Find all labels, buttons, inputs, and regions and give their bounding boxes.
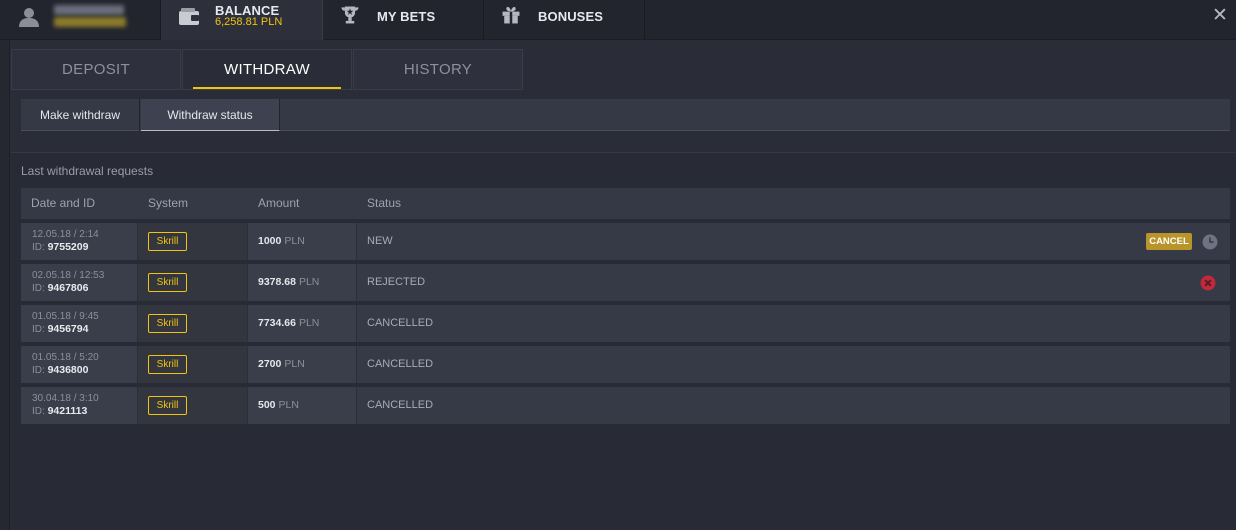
- row-status: CANCELLED: [367, 399, 434, 411]
- skrill-badge: Skrill: [148, 355, 187, 374]
- balance-tab[interactable]: BALANCE 6,258.81 PLN: [161, 0, 323, 40]
- table-row: 01.05.18 / 9:45 ID: 9456794 Skrill 7734.…: [21, 305, 1230, 342]
- row-amount: 1000 PLN: [258, 235, 305, 247]
- row-id: ID: 9456794: [32, 323, 89, 335]
- status-cell: REJECTED: [357, 264, 1230, 301]
- system-cell: Skrill: [138, 264, 248, 301]
- tab-deposit[interactable]: DEPOSIT: [11, 49, 181, 90]
- date-id-cell: 01.05.18 / 9:45 ID: 9456794: [21, 305, 138, 342]
- status-cell: CANCELLED: [357, 387, 1230, 424]
- system-cell: Skrill: [138, 346, 248, 383]
- status-cell: CANCELLED: [357, 305, 1230, 342]
- row-amount: 500 PLN: [258, 399, 299, 411]
- close-icon[interactable]: ✕: [1210, 6, 1230, 26]
- col-status: Status: [367, 196, 402, 210]
- amount-cell: 2700 PLN: [248, 346, 357, 383]
- blurred-user-balance: [54, 17, 126, 27]
- date-id-cell: 12.05.18 / 2:14 ID: 9755209: [21, 223, 138, 260]
- skrill-badge: Skrill: [148, 314, 187, 333]
- row-amount: 9378.68 PLN: [258, 276, 320, 288]
- date-id-cell: 01.05.18 / 5:20 ID: 9436800: [21, 346, 138, 383]
- balance-amount: 6,258.81 PLN: [215, 16, 283, 28]
- bonuses-tab[interactable]: BONUSES: [484, 0, 645, 40]
- col-amount: Amount: [258, 196, 300, 210]
- row-status: NEW: [367, 235, 393, 247]
- status-cell: CANCELLED: [357, 346, 1230, 383]
- trophy-icon: [341, 6, 359, 24]
- date-id-cell: 30.04.18 / 3:10 ID: 9421113: [21, 387, 138, 424]
- tab-history[interactable]: HISTORY: [353, 49, 523, 90]
- row-date: 01.05.18 / 9:45: [32, 311, 99, 322]
- row-id: ID: 9421113: [32, 405, 88, 417]
- bonuses-label: BONUSES: [538, 9, 603, 24]
- system-cell: Skrill: [138, 387, 248, 424]
- amount-cell: 7734.66 PLN: [248, 305, 357, 342]
- clock-icon: [1202, 234, 1218, 250]
- withdraw-status-button[interactable]: Withdraw status: [141, 99, 280, 131]
- withdraw-tabs: DEPOSIT WITHDRAW HISTORY: [11, 49, 524, 90]
- row-status: CANCELLED: [367, 317, 434, 329]
- tab-withdraw[interactable]: WITHDRAW: [182, 49, 352, 90]
- amount-cell: 1000 PLN: [248, 223, 357, 260]
- row-amount: 7734.66 PLN: [258, 317, 320, 329]
- wallet-icon: [179, 8, 199, 25]
- row-status: CANCELLED: [367, 358, 434, 370]
- col-date-id: Date and ID: [31, 196, 96, 210]
- skrill-badge: Skrill: [148, 396, 187, 415]
- my-bets-tab[interactable]: MY BETS: [323, 0, 484, 40]
- make-withdraw-button[interactable]: Make withdraw: [21, 99, 140, 131]
- amount-cell: 9378.68 PLN: [248, 264, 357, 301]
- row-id: ID: 9467806: [32, 282, 89, 294]
- row-amount: 2700 PLN: [258, 358, 305, 370]
- table-header: Date and ID System Amount Status: [21, 188, 1230, 219]
- my-bets-label: MY BETS: [377, 9, 436, 24]
- row-id: ID: 9755209: [32, 241, 89, 253]
- row-date: 12.05.18 / 2:14: [32, 229, 99, 240]
- section-title: Last withdrawal requests: [21, 164, 154, 178]
- withdrawal-table: Date and ID System Amount Status 12.05.1…: [21, 188, 1230, 424]
- table-row: 01.05.18 / 5:20 ID: 9436800 Skrill 2700 P…: [21, 346, 1230, 383]
- cancel-button[interactable]: CANCEL: [1146, 233, 1192, 250]
- system-cell: Skrill: [138, 305, 248, 342]
- row-status: REJECTED: [367, 276, 426, 288]
- reject-icon: [1200, 275, 1216, 291]
- row-date: 30.04.18 / 3:10: [32, 393, 99, 404]
- user-icon: [19, 8, 39, 27]
- skrill-badge: Skrill: [148, 232, 187, 251]
- table-row: 30.04.18 / 3:10 ID: 9421113 Skrill 500 PL…: [21, 387, 1230, 424]
- withdraw-subnav: Make withdraw Withdraw status: [21, 99, 1230, 131]
- row-date: 02.05.18 / 12:53: [32, 270, 105, 281]
- panel-edge: [0, 40, 10, 530]
- row-id: ID: 9436800: [32, 364, 89, 376]
- col-system: System: [148, 196, 189, 210]
- date-id-cell: 02.05.18 / 12:53 ID: 9467806: [21, 264, 138, 301]
- row-date: 01.05.18 / 5:20: [32, 352, 99, 363]
- table-row: 12.05.18 / 2:14 ID: 9755209 Skrill 1000 P…: [21, 223, 1230, 260]
- blurred-username: [54, 5, 124, 15]
- status-cell: NEW CANCEL: [357, 223, 1230, 260]
- user-tab[interactable]: [0, 0, 161, 40]
- gift-icon: [502, 6, 520, 24]
- top-bar: BALANCE 6,258.81 PLN MY BETS BONUSES ✕: [0, 0, 1236, 40]
- skrill-badge: Skrill: [148, 273, 187, 292]
- table-row: 02.05.18 / 12:53 ID: 9467806 Skrill 9378…: [21, 264, 1230, 301]
- system-cell: Skrill: [138, 223, 248, 260]
- amount-cell: 500 PLN: [248, 387, 357, 424]
